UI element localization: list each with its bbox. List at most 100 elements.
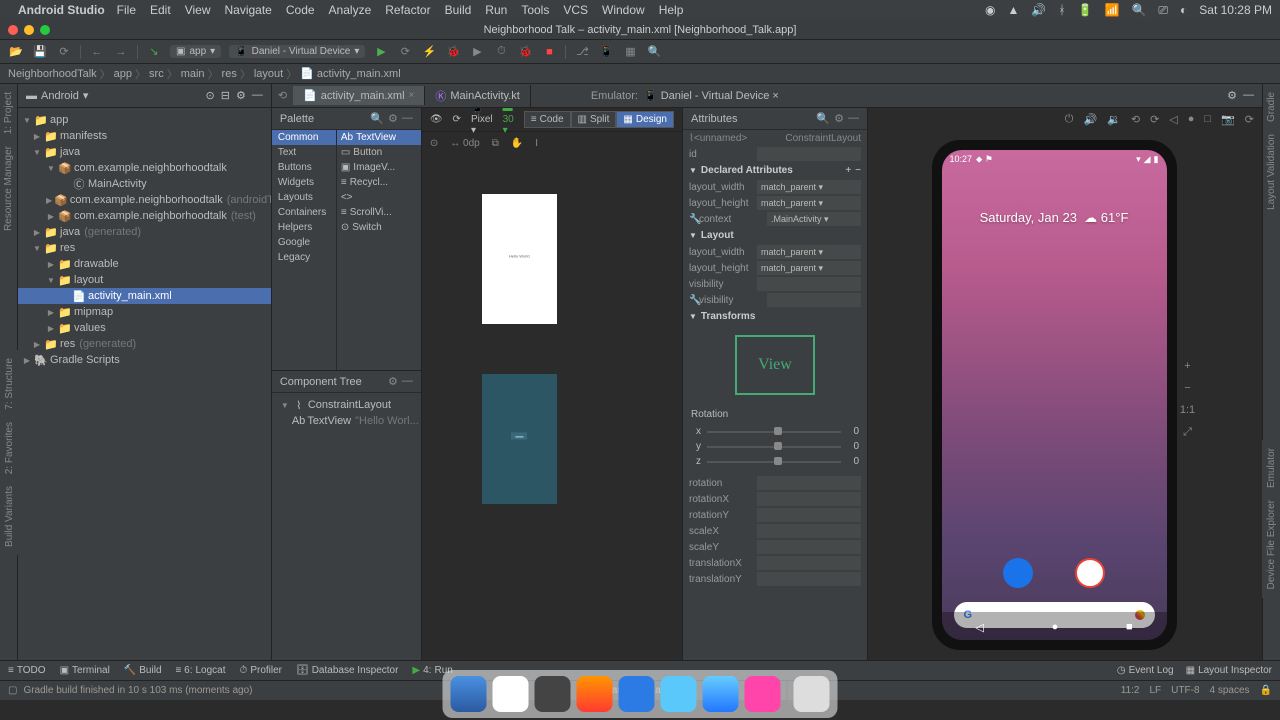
tree-row[interactable]: 📄activity_main.xml xyxy=(18,288,271,304)
run-config-app[interactable]: ▣ app ▾ xyxy=(170,45,221,58)
power-icon[interactable]: ⏻ xyxy=(1065,113,1074,126)
project-tree[interactable]: ▼📁app▶📁manifests▼📁java▼📦com.example.neig… xyxy=(18,108,271,372)
sync-icon[interactable]: ⟳ xyxy=(56,44,72,60)
finder-icon[interactable] xyxy=(451,676,487,712)
tree-row[interactable]: ▶🐘Gradle Scripts xyxy=(18,352,271,368)
palette-cat[interactable]: Google xyxy=(272,235,336,250)
xcode-icon[interactable] xyxy=(703,676,739,712)
attr-row[interactable]: layout_widthmatch_parent ▾ xyxy=(683,179,867,195)
attr-id-row[interactable]: id xyxy=(683,146,867,162)
vcs-icon[interactable]: ⎇ xyxy=(574,44,590,60)
tree-row[interactable]: ▶📁mipmap xyxy=(18,304,271,320)
emulator-device[interactable]: 10:27 ⬥ ⚑ ▾◢▮ Saturday, Jan 23 ☁ 61°F xyxy=(932,140,1177,650)
menu-window[interactable]: Window xyxy=(602,3,645,17)
run-icon[interactable]: ▶ xyxy=(373,44,389,60)
layout-validation-tab[interactable]: Layout Validation xyxy=(1266,134,1277,210)
attr-input-translationX[interactable]: translationX xyxy=(683,555,867,571)
minimize-icon[interactable]: — xyxy=(402,112,413,125)
quicktime-icon[interactable] xyxy=(619,676,655,712)
crumb-file[interactable]: activity_main.xml xyxy=(317,68,401,80)
nav-home-icon[interactable]: ● xyxy=(1052,621,1059,633)
tree-row[interactable]: ▶📁res(generated) xyxy=(18,336,271,352)
slider-y[interactable]: y0 xyxy=(683,439,867,454)
tree-row[interactable]: ▶📁java(generated) xyxy=(18,224,271,240)
prev-tab-icon[interactable]: ⟲ xyxy=(272,89,293,102)
indent[interactable]: 4 spaces xyxy=(1210,685,1250,696)
todo-tab[interactable]: ≡ TODO xyxy=(8,665,46,676)
hide-icon[interactable]: ⊟ xyxy=(221,89,230,102)
palette-item[interactable]: ▣ImageV... xyxy=(337,160,421,175)
volume-down-icon[interactable]: 🔉 xyxy=(1107,113,1121,126)
tree-row[interactable]: ▼📁java xyxy=(18,144,271,160)
firefox-icon[interactable] xyxy=(577,676,613,712)
gear-icon[interactable]: ⚙ xyxy=(834,112,844,125)
event-log-tab[interactable]: ◷ Event Log xyxy=(1117,665,1174,676)
add-icon[interactable]: + xyxy=(845,165,851,176)
tree-row[interactable]: ▶📁manifests xyxy=(18,128,271,144)
avd-icon[interactable]: 📱 xyxy=(598,44,614,60)
palette-item[interactable]: AbTextView xyxy=(337,130,421,145)
project-tab[interactable]: 1: Project xyxy=(3,92,14,134)
palette-cat[interactable]: Helpers xyxy=(272,220,336,235)
overview-icon[interactable]: □ xyxy=(1204,113,1211,125)
api-select[interactable]: ▬ 30 ▾ xyxy=(503,108,514,136)
menu-code[interactable]: Code xyxy=(286,3,315,17)
palette-item[interactable]: ≡Recycl... xyxy=(337,175,421,190)
zoom-in-icon[interactable]: + xyxy=(1184,360,1190,372)
favorites-tab[interactable]: 2: Favorites xyxy=(4,422,15,474)
search-icon[interactable]: 🔍 xyxy=(816,112,830,125)
device-explorer-tab[interactable]: Device File Explorer xyxy=(1266,500,1277,589)
attr-row[interactable]: 🔧visibility xyxy=(683,292,867,308)
rotate-left-icon[interactable]: ⟲ xyxy=(1131,113,1140,126)
close-icon[interactable]: × xyxy=(409,90,415,101)
zoom-out-icon[interactable]: − xyxy=(1184,382,1190,394)
chrome-icon[interactable] xyxy=(1075,558,1105,588)
palette-item[interactable]: ▭Button xyxy=(337,145,421,160)
palette-cat[interactable]: Layouts xyxy=(272,190,336,205)
palette-categories[interactable]: CommonTextButtonsWidgetsLayoutsContainer… xyxy=(272,130,337,370)
zoom-label[interactable]: ↔ 0dp xyxy=(450,138,479,149)
hammer-icon[interactable]: ↘ xyxy=(146,44,162,60)
tree-row[interactable]: ▼📁layout xyxy=(18,272,271,288)
expand-icon[interactable]: ⤢ xyxy=(1183,426,1192,439)
run-config-device[interactable]: 📱 Daniel - Virtual Device ▾ xyxy=(229,45,365,58)
logcat-tab[interactable]: ≡ 6: Logcat xyxy=(176,665,226,676)
palette-cat[interactable]: Common xyxy=(272,130,336,145)
attr-input-rotationY[interactable]: rotationY xyxy=(683,507,867,523)
tree-row[interactable]: ▼📦com.example.neighborhoodtalk xyxy=(18,160,271,176)
tree-row[interactable]: ▼📁app xyxy=(18,112,271,128)
emulator-device-tab[interactable]: 📱 Daniel - Virtual Device × xyxy=(644,89,779,102)
minimize-icon[interactable]: — xyxy=(848,112,859,125)
status-toggle-icon[interactable]: ▢ xyxy=(8,685,17,696)
crumb[interactable]: app xyxy=(114,68,132,80)
reload-icon[interactable]: ⟳ xyxy=(1245,113,1254,126)
lock-icon[interactable]: 🔒 xyxy=(1260,685,1272,696)
maximize-window[interactable] xyxy=(40,25,50,35)
gear-icon[interactable]: ⚙ xyxy=(388,112,398,125)
palette-items[interactable]: AbTextView▭Button▣ImageV...≡Recycl...<>≡… xyxy=(337,130,421,370)
home-icon[interactable]: ● xyxy=(1188,113,1195,125)
search-icon[interactable]: 🔍 xyxy=(370,112,384,125)
gear-icon[interactable]: ⚙ xyxy=(236,89,246,102)
tab-mainactivity[interactable]: Ⓚ MainActivity.kt xyxy=(425,85,530,107)
debug-apply-icon[interactable]: ⟳ xyxy=(397,44,413,60)
menu-run[interactable]: Run xyxy=(485,3,507,17)
palette-item[interactable]: ≡ScrollVi... xyxy=(337,205,421,220)
palette-item[interactable]: ⊙Switch xyxy=(337,220,421,235)
menu-analyze[interactable]: Analyze xyxy=(329,3,372,17)
attr-row[interactable]: layout_heightmatch_parent ▾ xyxy=(683,260,867,276)
wifi-icon[interactable]: 📶 xyxy=(1105,3,1120,17)
menu-edit[interactable]: Edit xyxy=(150,3,171,17)
zoom-fit-icon[interactable]: 1:1 xyxy=(1180,404,1195,416)
declared-attributes-section[interactable]: ▼Declared Attributes + − xyxy=(683,162,867,179)
palette-item[interactable]: <> xyxy=(337,190,421,205)
emulator-right-tab[interactable]: Emulator xyxy=(1266,448,1277,488)
device-select[interactable]: 📱 Pixel ▾ xyxy=(471,108,493,136)
crumb[interactable]: layout xyxy=(254,68,283,80)
attr-input-translationY[interactable]: translationY xyxy=(683,571,867,587)
slider-x[interactable]: x0 xyxy=(683,424,867,439)
tree-row[interactable]: ▶📦com.example.neighborhoodtalk(androidTe… xyxy=(18,192,271,208)
menu-tools[interactable]: Tools xyxy=(521,3,549,17)
messages-icon[interactable] xyxy=(1003,558,1033,588)
minimize-icon[interactable]: — xyxy=(1243,89,1254,102)
